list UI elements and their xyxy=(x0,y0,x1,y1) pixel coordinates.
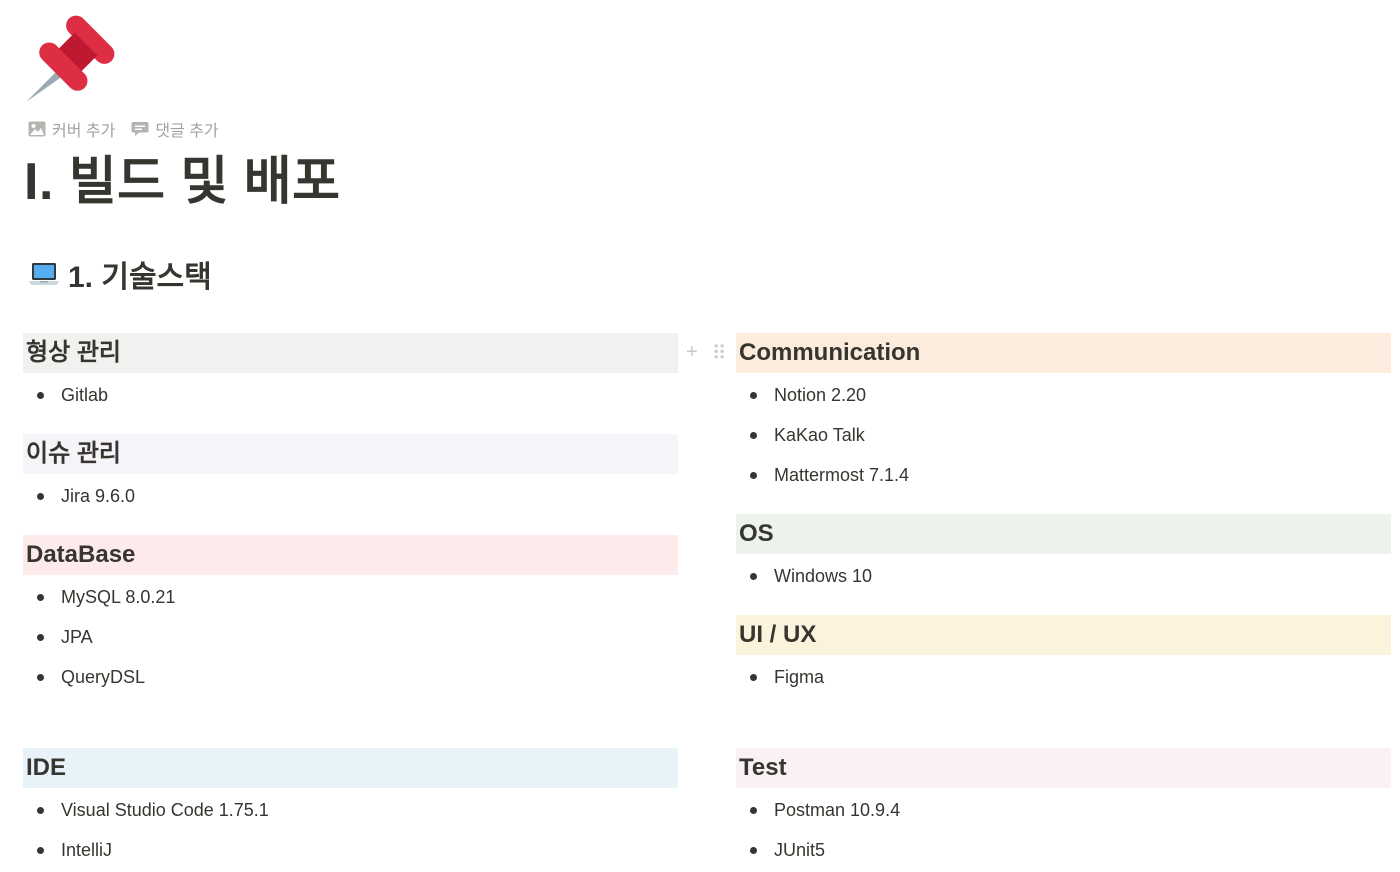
right-column: Communication Notion 2.20 KaKao Talk Mat… xyxy=(736,333,1391,868)
page-actions: 커버 추가 댓글 추가 xyxy=(28,117,219,141)
ide-block: IDE Visual Studio Code 1.75.1 IntelliJ xyxy=(23,748,678,868)
list-item[interactable]: Jira 9.6.0 xyxy=(23,474,678,514)
add-cover-button[interactable]: 커버 추가 xyxy=(28,117,115,141)
list-item[interactable]: JUnit5 xyxy=(736,828,1391,868)
issue-list: Jira 9.6.0 xyxy=(23,474,678,514)
list-item[interactable]: IntelliJ xyxy=(23,828,678,868)
list-item[interactable]: Visual Studio Code 1.75.1 xyxy=(23,788,678,828)
test-heading[interactable]: Test xyxy=(736,748,1391,788)
test-block: Test Postman 10.9.4 JUnit5 xyxy=(736,748,1391,868)
page-title[interactable]: I. 빌드 및 배포 xyxy=(24,150,340,214)
vcs-list: Gitlab xyxy=(23,373,678,413)
list-item[interactable]: KaKao Talk xyxy=(736,413,1391,453)
laptop-icon xyxy=(29,263,59,285)
add-cover-label: 커버 추가 xyxy=(52,123,116,140)
communication-block: Communication Notion 2.20 KaKao Talk Mat… xyxy=(736,333,1391,514)
database-heading[interactable]: DataBase xyxy=(23,535,678,575)
ide-heading[interactable]: IDE xyxy=(23,748,678,788)
list-item[interactable]: Gitlab xyxy=(23,373,678,413)
list-item[interactable]: Windows 10 xyxy=(736,554,1391,594)
pushpin-icon[interactable] xyxy=(24,4,128,104)
add-block-icon[interactable]: + xyxy=(686,341,698,366)
ide-list: Visual Studio Code 1.75.1 IntelliJ xyxy=(23,788,678,868)
drag-handle-icon[interactable]: ⠿ xyxy=(712,341,727,366)
database-list: MySQL 8.0.21 JPA QueryDSL xyxy=(23,575,678,695)
list-item[interactable]: Figma xyxy=(736,655,1391,695)
database-block: DataBase MySQL 8.0.21 JPA QueryDSL xyxy=(23,535,678,748)
communication-list: Notion 2.20 KaKao Talk Mattermost 7.1.4 xyxy=(736,373,1391,493)
communication-heading[interactable]: Communication xyxy=(736,333,1391,373)
block-handles: + ⠿ xyxy=(686,341,726,366)
comment-icon xyxy=(131,122,149,136)
list-item[interactable]: QueryDSL xyxy=(23,655,678,695)
list-item[interactable]: Mattermost 7.1.4 xyxy=(736,453,1391,493)
issue-block: 이슈 관리 Jira 9.6.0 xyxy=(23,434,678,535)
list-item[interactable]: JPA xyxy=(23,615,678,655)
uiux-heading[interactable]: UI / UX xyxy=(736,615,1391,655)
list-item[interactable]: Notion 2.20 xyxy=(736,373,1391,413)
test-list: Postman 10.9.4 JUnit5 xyxy=(736,788,1391,868)
os-list: Windows 10 xyxy=(736,554,1391,594)
uiux-block: UI / UX Figma xyxy=(736,615,1391,748)
os-heading[interactable]: OS xyxy=(736,514,1391,554)
os-block: OS Windows 10 xyxy=(736,514,1391,615)
section-title: 1. 기술스택 xyxy=(68,261,212,294)
list-item[interactable]: MySQL 8.0.21 xyxy=(23,575,678,615)
section-heading[interactable]: 1. 기술스택 xyxy=(28,252,212,296)
uiux-list: Figma xyxy=(736,655,1391,695)
vcs-heading[interactable]: 형상 관리 xyxy=(23,333,678,373)
list-item[interactable]: Postman 10.9.4 xyxy=(736,788,1391,828)
add-comment-button[interactable]: 댓글 추가 xyxy=(131,117,219,141)
add-comment-label: 댓글 추가 xyxy=(155,123,219,140)
image-icon xyxy=(28,121,46,137)
vcs-block: 형상 관리 Gitlab xyxy=(23,333,678,434)
left-column: 형상 관리 Gitlab 이슈 관리 Jira 9.6.0 DataBase M… xyxy=(23,333,678,868)
issue-heading[interactable]: 이슈 관리 xyxy=(23,434,678,474)
